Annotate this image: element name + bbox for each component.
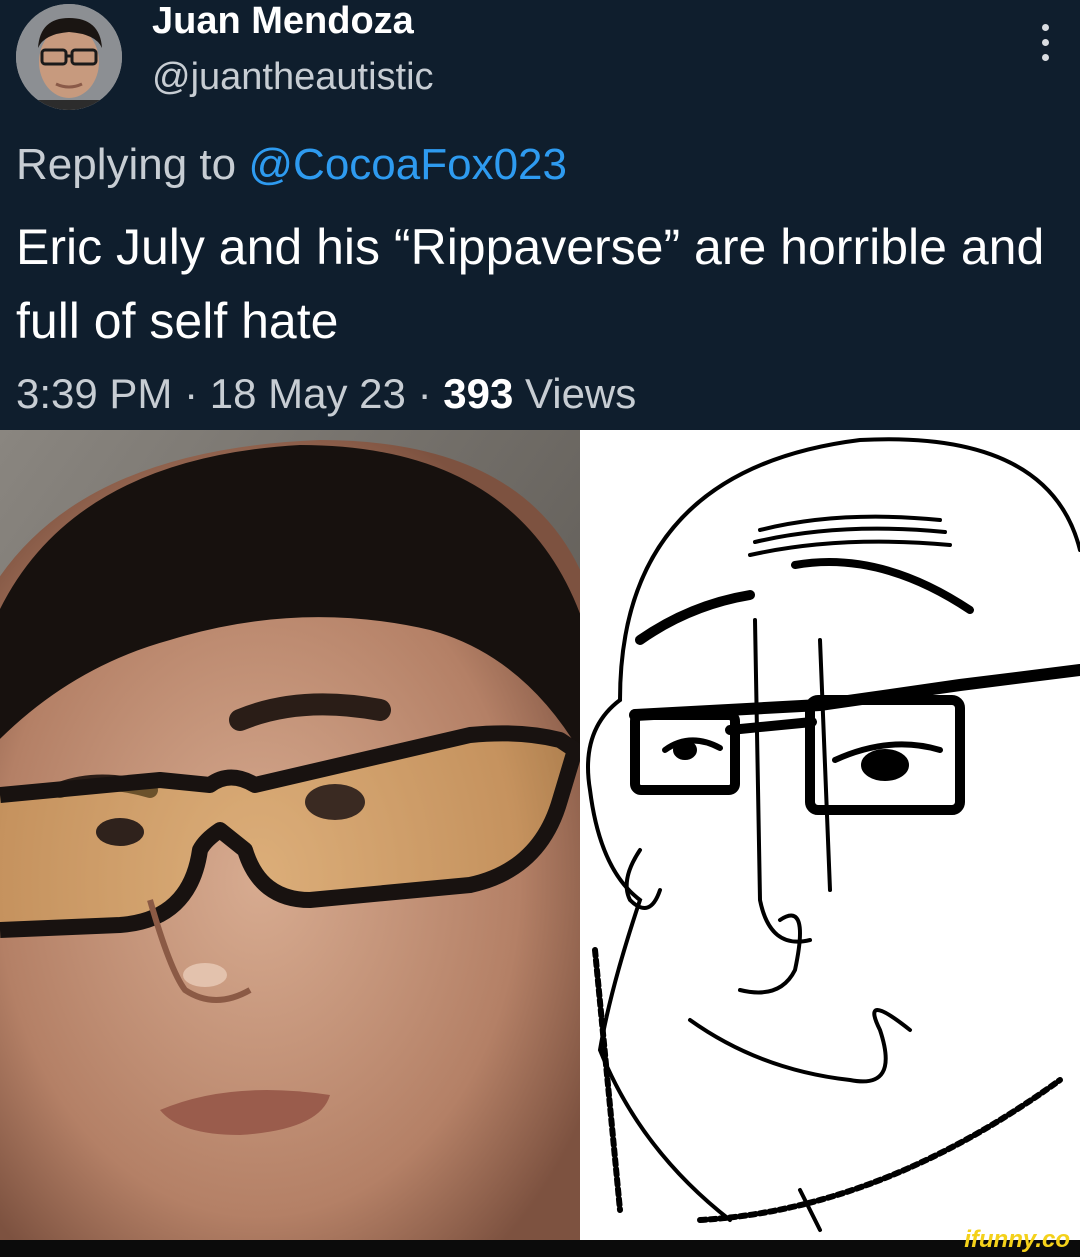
author-name[interactable]: Juan Mendoza [152,0,414,43]
ifunny-watermark: ifunny.co [964,1226,1070,1253]
reply-context: Replying to @CocoaFox023 [16,140,567,190]
views-label: Views [524,370,637,417]
avatar[interactable] [16,4,122,110]
reply-prefix: Replying to [16,140,237,189]
tweet-time[interactable]: 3:39 PM [16,370,172,417]
tweet-meta: 3:39 PM · 18 May 23 · 393 Views [16,370,636,418]
author-handle[interactable]: @juantheautistic [152,56,434,99]
views-count: 393 [443,370,514,417]
tweet-header: Juan Mendoza @juantheautistic Replying t… [0,0,1080,430]
tweet-date[interactable]: 18 May 23 [210,370,406,417]
footer-bar [0,1240,1080,1257]
separator: · [417,370,432,417]
selfie-photo [0,430,580,1240]
wojak-drawing [580,430,1080,1240]
separator: · [184,370,199,417]
tweet-text: Eric July and his “Rippaverse” are horri… [16,219,1045,349]
reply-mention-link[interactable]: @CocoaFox023 [248,140,567,189]
more-vertical-icon[interactable] [1030,24,1060,72]
avatar-image [16,4,122,110]
